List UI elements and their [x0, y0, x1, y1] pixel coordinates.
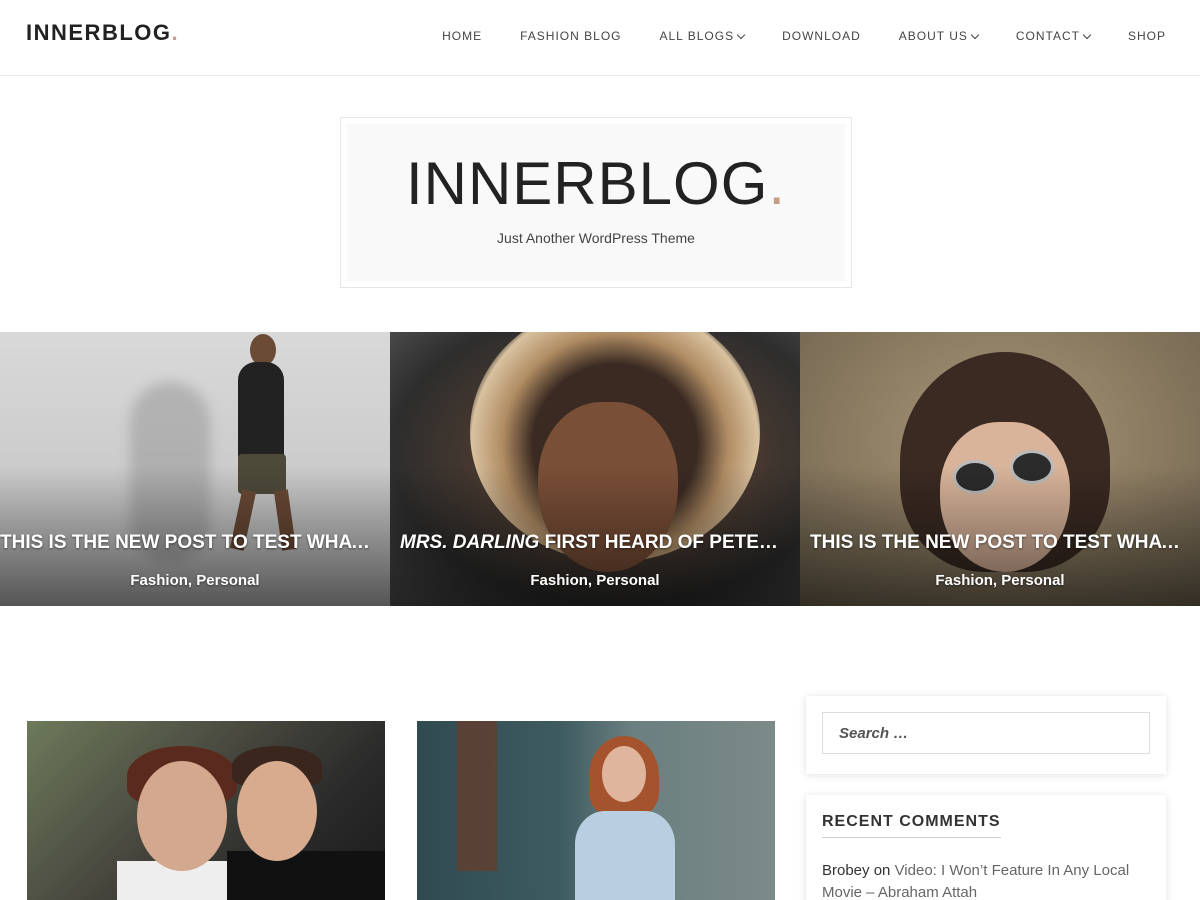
- site-brand[interactable]: INNERBLOG.: [26, 20, 179, 46]
- post-image-face: [602, 746, 646, 802]
- chevron-down-icon[interactable]: [970, 30, 980, 39]
- nav-label[interactable]: HOME: [442, 29, 482, 43]
- brand-dot: .: [171, 20, 180, 45]
- slide-2[interactable]: MRS. DARLING FIRST HEARD OF PETER W Fash…: [390, 332, 800, 606]
- nav-item-download[interactable]: DOWNLOAD: [782, 29, 861, 43]
- nav-label[interactable]: ABOUT US: [899, 29, 968, 43]
- slide-categories[interactable]: Fashion, Personal: [390, 572, 800, 589]
- nav-label[interactable]: SHOP: [1128, 29, 1166, 43]
- post-image-suit: [227, 851, 385, 900]
- logo-title-text[interactable]: INNERBLOG: [406, 150, 768, 217]
- nav-item-all-blogs[interactable]: ALL BLOGS: [659, 29, 746, 43]
- post-image-face: [137, 761, 227, 871]
- recent-comments-widget: RECENT COMMENTS Brobey on Video: I Won’t…: [806, 795, 1166, 900]
- post-image-face: [237, 761, 317, 861]
- recent-comment-item: Brobey on Video: I Won’t Feature In Any …: [822, 860, 1150, 900]
- logo-inner: INNERBLOG. Just Another WordPress Theme: [347, 124, 845, 281]
- featured-slider: THIS IS THE NEW POST TO TEST WHAT IS THE…: [0, 332, 1200, 606]
- nav-item-home[interactable]: HOME: [442, 29, 482, 43]
- search-input[interactable]: [822, 712, 1150, 754]
- logo-title[interactable]: INNERBLOG.: [347, 154, 845, 214]
- nav-item-shop[interactable]: SHOP: [1128, 29, 1166, 43]
- comment-on: on: [869, 862, 895, 879]
- post-image-door: [457, 721, 497, 871]
- chevron-down-icon[interactable]: [736, 30, 746, 39]
- nav-item-fashion-blog[interactable]: FASHION BLOG: [520, 29, 621, 43]
- slide-categories[interactable]: Fashion, Personal: [800, 572, 1200, 589]
- widget-title: RECENT COMMENTS: [822, 813, 1001, 838]
- slide-image-man-body: [238, 362, 284, 462]
- chevron-down-icon[interactable]: [1082, 30, 1092, 39]
- nav-item-contact[interactable]: CONTACT: [1016, 29, 1092, 43]
- post-image-jacket: [575, 811, 675, 900]
- comment-author: Brobey: [822, 862, 870, 879]
- site-logo-box: INNERBLOG. Just Another WordPress Theme: [340, 117, 852, 288]
- slide-categories[interactable]: Fashion, Personal: [0, 572, 390, 589]
- post-thumbnail-couple[interactable]: [27, 721, 385, 900]
- slide-title-italic[interactable]: MRS. DARLING: [400, 532, 539, 553]
- nav-label[interactable]: CONTACT: [1016, 29, 1080, 43]
- main-nav: HOME FASHION BLOG ALL BLOGS DOWNLOAD ABO…: [442, 0, 1166, 72]
- nav-item-about-us[interactable]: ABOUT US: [899, 29, 980, 43]
- slide-title-rest[interactable]: FIRST HEARD OF PETER W: [539, 532, 796, 553]
- site-header: INNERBLOG. HOME FASHION BLOG ALL BLOGS D…: [0, 0, 1200, 76]
- slide-3[interactable]: THIS IS THE NEW POST TO TEST WHAT HAPPEN…: [800, 332, 1200, 606]
- nav-label[interactable]: ALL BLOGS: [659, 29, 734, 43]
- slide-title[interactable]: THIS IS THE NEW POST TO TEST WHAT HAPPEN…: [800, 532, 1200, 554]
- post-thumbnail-woman[interactable]: [417, 721, 775, 900]
- slide-title[interactable]: MRS. DARLING FIRST HEARD OF PETER W: [390, 532, 800, 554]
- nav-label[interactable]: FASHION BLOG: [520, 29, 621, 43]
- slide-1[interactable]: THIS IS THE NEW POST TO TEST WHAT IS THE…: [0, 332, 390, 606]
- nav-label[interactable]: DOWNLOAD: [782, 29, 861, 43]
- brand-text[interactable]: INNERBLOG: [26, 20, 172, 45]
- logo-dot: .: [768, 150, 787, 217]
- site-tagline: Just Another WordPress Theme: [497, 230, 695, 246]
- search-widget: [806, 696, 1166, 774]
- slide-title[interactable]: THIS IS THE NEW POST TO TEST WHAT IS THE…: [0, 532, 390, 554]
